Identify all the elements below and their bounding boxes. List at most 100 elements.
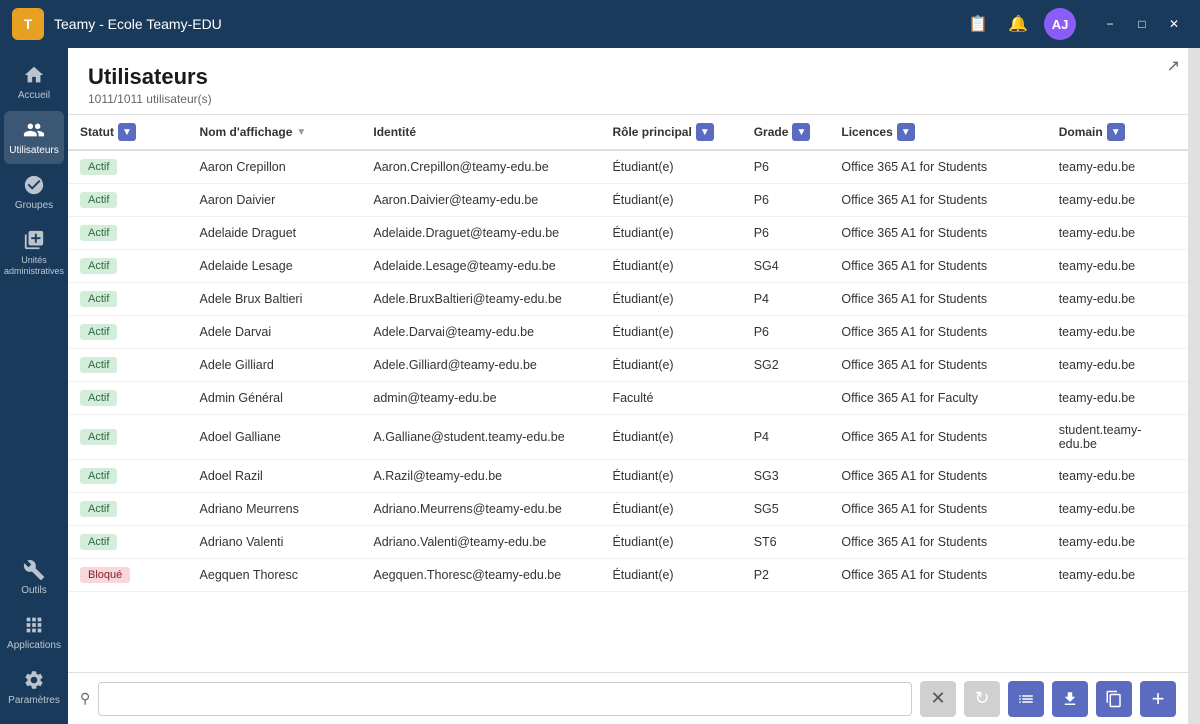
list-button[interactable] [1008,681,1044,717]
cell-licence: Office 365 A1 for Students [829,250,1046,283]
sidebar-item-parametres[interactable]: Paramètres [4,661,64,714]
cell-licence: Office 365 A1 for Faculty [829,382,1046,415]
sidebar-item-utilisateurs[interactable]: Utilisateurs [4,111,64,164]
cell-nom: Adelaide Lesage [188,250,362,283]
cell-statut: Actif [68,250,188,283]
cell-licence: Office 365 A1 for Students [829,349,1046,382]
table-row[interactable]: Actif Aaron Crepillon Aaron.Crepillon@te… [68,150,1188,184]
sidebar-item-unites[interactable]: Unités administratives [4,221,64,285]
avatar[interactable]: AJ [1044,8,1076,40]
cell-nom: Adelaide Draguet [188,217,362,250]
table-row[interactable]: Actif Adele Darvai Adele.Darvai@teamy-ed… [68,316,1188,349]
titlebar-actions: 📋 🔔 AJ − □ ✕ [964,8,1188,40]
download-button[interactable] [1052,681,1088,717]
cell-grade: SG4 [742,250,830,283]
table-row[interactable]: Actif Adoel Razil A.Razil@teamy-edu.be É… [68,460,1188,493]
cell-role: Étudiant(e) [600,217,741,250]
domain-filter-btn[interactable]: ▼ [1107,123,1125,141]
cell-licence: Office 365 A1 for Students [829,526,1046,559]
status-badge: Bloqué [80,567,130,583]
sidebar-item-groupes[interactable]: Groupes [4,166,64,219]
cell-statut: Actif [68,184,188,217]
bell-icon[interactable]: 🔔 [1004,10,1032,38]
status-badge: Actif [80,324,117,340]
table-row[interactable]: Actif Adele Gilliard Adele.Gilliard@team… [68,349,1188,382]
cell-nom: Adoel Galliane [188,415,362,460]
cell-statut: Actif [68,460,188,493]
status-badge: Actif [80,390,117,406]
status-badge: Actif [80,534,117,550]
sidebar-item-applications[interactable]: Applications [4,606,64,659]
col-grade: Grade ▼ [742,115,830,150]
clear-button[interactable]: ✕ [920,681,956,717]
licences-filter-btn[interactable]: ▼ [897,123,915,141]
cell-licence: Office 365 A1 for Students [829,184,1046,217]
refresh-button[interactable]: ↻ [964,681,1000,717]
search-input[interactable] [98,682,912,716]
sidebar-item-outils[interactable]: Outils [4,551,64,604]
cell-role: Étudiant(e) [600,526,741,559]
users-table: Statut ▼ Nom d'affichage ▼ Identité [68,115,1188,592]
cell-domain: teamy-edu.be [1047,150,1188,184]
nom-sort-icon: ▼ [296,127,306,138]
copy-button[interactable] [1096,681,1132,717]
add-button[interactable]: + [1140,681,1176,717]
clipboard-icon[interactable]: 📋 [964,10,992,38]
page-subtitle: 1011/1011 utilisateur(s) [88,92,1168,106]
status-badge: Actif [80,258,117,274]
cell-grade: ST6 [742,526,830,559]
table-row[interactable]: Actif Adriano Valenti Adriano.Valenti@te… [68,526,1188,559]
cell-domain: teamy-edu.be [1047,559,1188,592]
cell-identite: Adelaide.Lesage@teamy-edu.be [361,250,600,283]
table-row[interactable]: Actif Aaron Daivier Aaron.Daivier@teamy-… [68,184,1188,217]
cell-domain: teamy-edu.be [1047,250,1188,283]
cell-identite: Adele.BruxBaltieri@teamy-edu.be [361,283,600,316]
cell-nom: Admin Général [188,382,362,415]
maximize-button[interactable]: □ [1128,10,1156,38]
sidebar-label-groupes: Groupes [15,200,53,211]
cell-domain: student.teamy-edu.be [1047,415,1188,460]
table-row[interactable]: Bloqué Aegquen Thoresc Aegquen.Thoresc@t… [68,559,1188,592]
col-role: Rôle principal ▼ [600,115,741,150]
table-row[interactable]: Actif Adriano Meurrens Adriano.Meurrens@… [68,493,1188,526]
sidebar-item-accueil[interactable]: Accueil [4,56,64,109]
role-filter-btn[interactable]: ▼ [696,123,714,141]
cell-nom: Aaron Crepillon [188,150,362,184]
cell-identite: Aegquen.Thoresc@teamy-edu.be [361,559,600,592]
cell-licence: Office 365 A1 for Students [829,217,1046,250]
cell-licence: Office 365 A1 for Students [829,316,1046,349]
cell-identite: Adriano.Meurrens@teamy-edu.be [361,493,600,526]
table-row[interactable]: Actif Adelaide Draguet Adelaide.Draguet@… [68,217,1188,250]
table-row[interactable]: Actif Admin Général admin@teamy-edu.be F… [68,382,1188,415]
sidebar-label-parametres: Paramètres [8,695,60,706]
cell-identite: Adriano.Valenti@teamy-edu.be [361,526,600,559]
minimize-button[interactable]: − [1096,10,1124,38]
app-title: Teamy - Ecole Teamy-EDU [54,16,964,32]
cell-nom: Adoel Razil [188,460,362,493]
cell-nom: Aegquen Thoresc [188,559,362,592]
table-row[interactable]: Actif Adele Brux Baltieri Adele.BruxBalt… [68,283,1188,316]
cell-statut: Actif [68,349,188,382]
cell-nom: Adriano Valenti [188,526,362,559]
cell-domain: teamy-edu.be [1047,349,1188,382]
cell-domain: teamy-edu.be [1047,382,1188,415]
table-row[interactable]: Actif Adelaide Lesage Adelaide.Lesage@te… [68,250,1188,283]
cell-identite: Aaron.Crepillon@teamy-edu.be [361,150,600,184]
col-statut: Statut ▼ [68,115,188,150]
cell-domain: teamy-edu.be [1047,283,1188,316]
cell-identite: Adele.Darvai@teamy-edu.be [361,316,600,349]
cell-role: Faculté [600,382,741,415]
status-badge: Actif [80,501,117,517]
table-row[interactable]: Actif Adoel Galliane A.Galliane@student.… [68,415,1188,460]
close-button[interactable]: ✕ [1160,10,1188,38]
cell-nom: Adele Brux Baltieri [188,283,362,316]
statut-filter-btn[interactable]: ▼ [118,123,136,141]
status-badge: Actif [80,291,117,307]
cell-statut: Actif [68,150,188,184]
grade-filter-btn[interactable]: ▼ [792,123,810,141]
cell-domain: teamy-edu.be [1047,217,1188,250]
cell-grade: P2 [742,559,830,592]
col-licences: Licences ▼ [829,115,1046,150]
cell-role: Étudiant(e) [600,150,741,184]
expand-icon[interactable]: ↗ [1167,56,1180,76]
